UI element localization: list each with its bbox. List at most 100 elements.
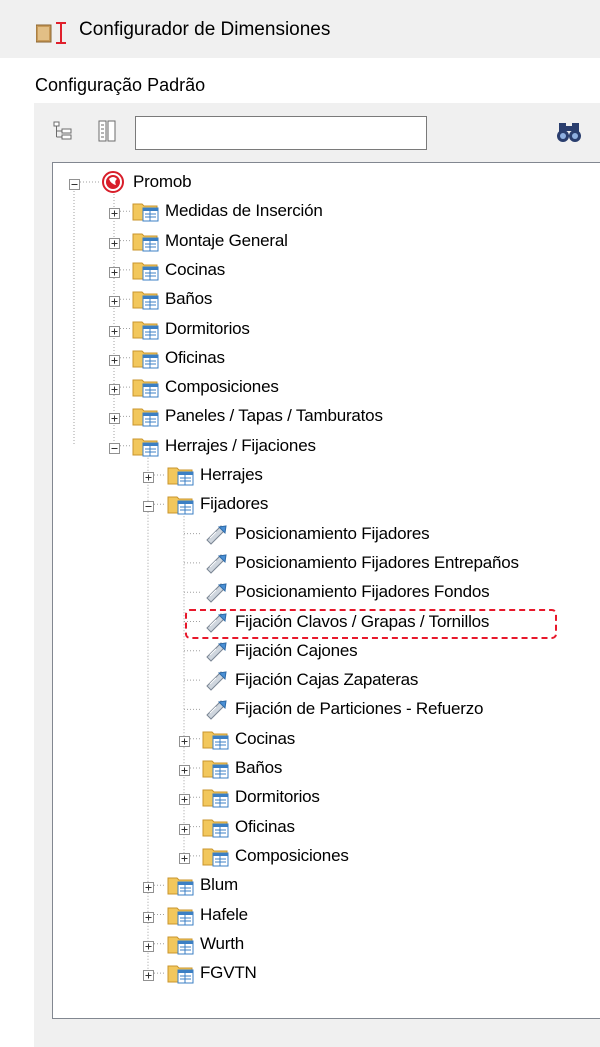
expand-toggle-icon[interactable] — [109, 353, 120, 366]
expand-toggle-icon[interactable] — [179, 851, 190, 864]
tree-node-label: Baños — [165, 289, 213, 309]
config-item-icon — [206, 554, 227, 574]
tree-node-label: FGVTN — [200, 963, 257, 983]
tree-node-level1[interactable]: Paneles / Tapas / Tamburatos — [131, 403, 383, 429]
config-item-icon — [206, 671, 227, 691]
folder-icon — [132, 203, 159, 222]
expand-toggle-icon[interactable] — [143, 880, 154, 894]
tree-node-label: Composiciones — [235, 845, 349, 865]
tree-node-level1[interactable]: Oficinas — [131, 345, 225, 371]
tree-node-brand[interactable]: Wurth — [166, 931, 244, 957]
tree-node-fijadores-folder[interactable]: Composiciones — [201, 843, 349, 869]
collapse-toggle-icon[interactable] — [69, 177, 80, 190]
expand-toggle-icon[interactable] — [109, 294, 120, 308]
tree-node-brand[interactable]: FGVTN — [166, 960, 257, 986]
tree-node-label: Montaje General — [165, 230, 288, 250]
tree-node-level1[interactable]: Cocinas — [131, 257, 225, 283]
tree-node-config-item[interactable]: Fijación Cajas Zapateras — [201, 667, 418, 693]
tree-node-config-item[interactable]: Fijación Cajones — [201, 638, 358, 664]
config-item-icon — [206, 642, 227, 662]
folder-icon — [202, 819, 229, 838]
tree-node-label: Composiciones — [165, 377, 279, 397]
folder-icon — [167, 936, 194, 955]
tree-node-level1[interactable]: Herrajes / Fijaciones — [131, 433, 316, 459]
folder-icon — [167, 965, 194, 984]
folder-icon — [167, 496, 194, 515]
folder-icon — [132, 291, 159, 310]
folder-icon — [132, 350, 159, 369]
expand-toggle-icon[interactable] — [109, 236, 120, 249]
tree-node-brand[interactable]: Blum — [166, 872, 238, 898]
expand-toggle-icon[interactable] — [179, 763, 190, 776]
tree-node-level1[interactable]: Montaje General — [131, 228, 288, 254]
folder-icon — [167, 907, 194, 925]
tree-node-label: Oficinas — [165, 347, 225, 367]
highlight-box — [185, 609, 557, 639]
tree-node-label: Blum — [200, 875, 238, 895]
tree-node-label: Herrajes — [200, 465, 263, 484]
tree-node-label: Paneles / Tapas / Tamburatos — [165, 406, 383, 426]
tree-node-fijadores[interactable]: Fijadores — [166, 491, 268, 517]
tree-node-level1[interactable]: Medidas de Inserción — [131, 198, 323, 224]
tree-node-label: Fijación de Particiones - Refuerzo — [235, 699, 484, 719]
expand-toggle-icon[interactable] — [109, 411, 120, 425]
collapse-toggle-icon[interactable] — [143, 499, 154, 513]
expand-toggle-icon[interactable] — [143, 910, 154, 923]
tree-node-label: Fijación Cajas Zapateras — [235, 670, 419, 690]
collapse-toggle-icon[interactable] — [109, 441, 120, 454]
tree-node-level1[interactable]: Dormitorios — [131, 316, 250, 342]
expand-toggle-icon[interactable] — [143, 968, 154, 982]
tree-node-level1[interactable]: Baños — [131, 286, 212, 312]
expand-toggle-icon[interactable] — [179, 822, 190, 835]
tree-node-herrajes[interactable]: Herrajes — [166, 462, 263, 488]
folder-icon — [132, 233, 159, 252]
folder-icon — [132, 408, 159, 427]
tree-node-label: Dormitorios — [235, 787, 320, 807]
tree-node-label: Medidas de Inserción — [165, 201, 323, 221]
expand-toggle-icon[interactable] — [109, 382, 120, 396]
promob-logo-icon — [102, 171, 124, 193]
tree-node-label: Dormitorios — [165, 318, 250, 338]
tree-node-label: Hafele — [200, 904, 248, 924]
folder-icon — [202, 731, 229, 750]
tree-node-label: Wurth — [200, 933, 245, 953]
tree-node-config-item[interactable]: Posicionamiento Fijadores — [201, 521, 430, 547]
config-item-icon — [206, 583, 227, 603]
folder-icon — [167, 467, 194, 486]
folder-icon — [132, 379, 159, 398]
tree-node-label: Promob — [133, 172, 192, 191]
tree-node-fijadores-folder[interactable]: Baños — [201, 755, 282, 781]
tree-node-level1[interactable]: Composiciones — [131, 374, 279, 400]
tree-node-config-item[interactable]: Posicionamiento Fijadores Fondos — [201, 579, 490, 605]
tree-node-label: Cocinas — [165, 259, 226, 279]
tree-node-brand[interactable]: Hafele — [166, 902, 248, 928]
folder-icon — [132, 438, 159, 457]
folder-icon — [202, 848, 229, 867]
tree-node-fijadores-folder[interactable]: Oficinas — [201, 814, 295, 840]
expand-toggle-icon[interactable] — [109, 206, 120, 220]
tree-node-label: Baños — [235, 758, 283, 777]
expand-toggle-icon[interactable] — [143, 470, 154, 483]
folder-icon — [167, 877, 194, 896]
tree-node-label: Posicionamiento Fijadores — [235, 523, 430, 543]
tree-node-label: Posicionamiento Fijadores Fondos — [235, 582, 490, 602]
tree-node-label: Posicionamiento Fijadores Entrepaños — [235, 552, 519, 572]
tree-node-fijadores-folder[interactable]: Cocinas — [201, 726, 295, 752]
expand-toggle-icon[interactable] — [109, 265, 120, 278]
tree-node-config-item[interactable]: Fijación de Particiones - Refuerzo — [201, 696, 484, 722]
tree-node-label: Fijadores — [200, 494, 269, 514]
tree-node-label: Herrajes / Fijaciones — [165, 435, 316, 455]
config-item-icon — [206, 524, 227, 545]
tree-node-promob[interactable]: Promob — [99, 169, 192, 195]
tree-node-label: Cocinas — [235, 728, 296, 748]
folder-icon — [202, 789, 229, 808]
expand-toggle-icon[interactable] — [109, 324, 120, 337]
expand-toggle-icon[interactable] — [179, 792, 190, 806]
tree-node-fijadores-folder[interactable]: Dormitorios — [201, 784, 320, 810]
tree-node-label: Fijación Cajones — [235, 640, 358, 660]
expand-toggle-icon[interactable] — [143, 939, 154, 952]
tree-node-label: Oficinas — [235, 816, 295, 836]
tree-node-config-item[interactable]: Posicionamiento Fijadores Entrepaños — [201, 550, 519, 576]
expand-toggle-icon[interactable] — [179, 734, 190, 747]
folder-icon — [202, 760, 229, 779]
